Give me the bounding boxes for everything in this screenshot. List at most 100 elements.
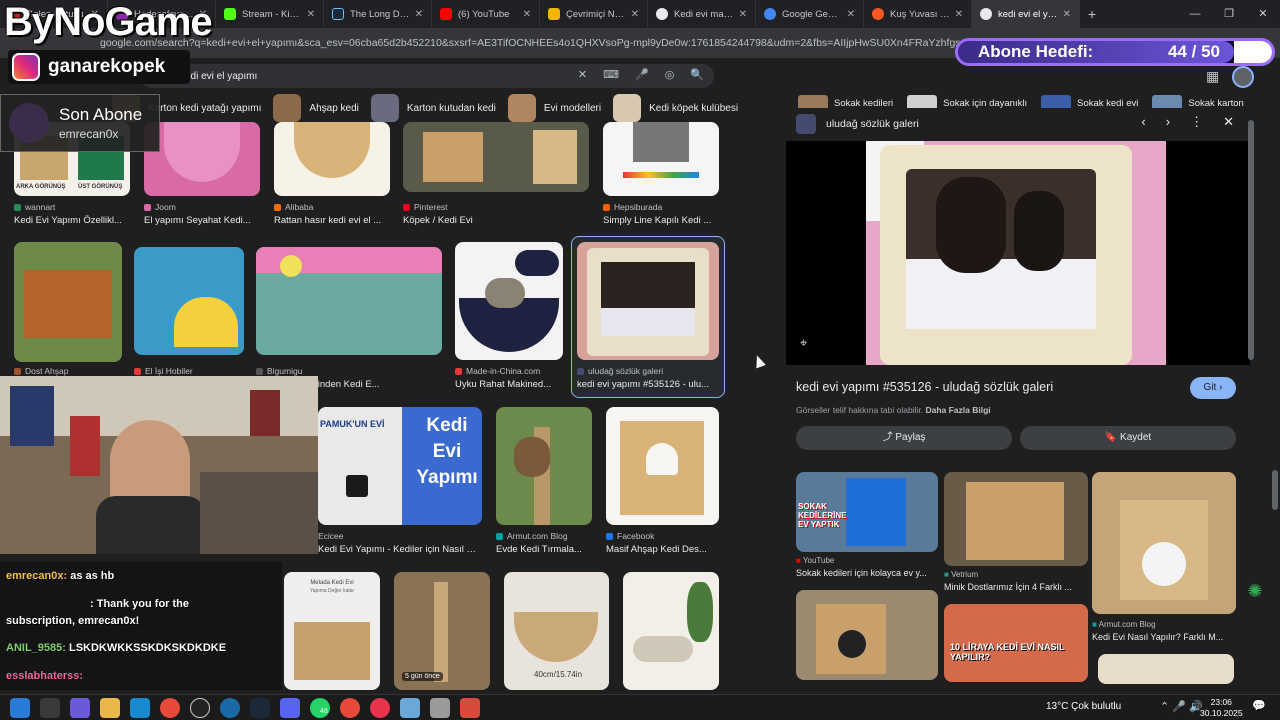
whatsapp-icon[interactable]: 48 xyxy=(310,698,330,718)
tab-steam[interactable]: The Long Dark Steam✕ xyxy=(324,0,432,28)
image-result[interactable]: 40cm/15.74in xyxy=(504,572,609,692)
close-icon[interactable]: ✕ xyxy=(415,9,423,20)
discord-icon[interactable] xyxy=(280,698,300,718)
image-result[interactable]: Armut.com Blog Evde Kedi Tırmala... xyxy=(496,407,592,557)
save-button[interactable]: 🔖 Kaydet xyxy=(1020,426,1236,450)
mic-icon[interactable]: 🎤 xyxy=(635,68,649,81)
app-icon[interactable] xyxy=(460,698,480,718)
image-result[interactable] xyxy=(623,572,719,692)
edge-icon[interactable] xyxy=(130,698,150,718)
related-image[interactable]: 10 LİRAYA KEDİ EVİ NASIL YAPILIR? xyxy=(944,604,1088,682)
clock[interactable]: 23:06 30.10.2025 xyxy=(1200,697,1243,719)
new-tab-button[interactable]: + xyxy=(1080,6,1104,22)
image-result[interactable]: Facebook Masif Ahşap Kedi Des... xyxy=(606,407,719,557)
tab-notepad[interactable]: Çevrimiçi Not Defteri✕ xyxy=(540,0,648,28)
tab-kus-yuvasi[interactable]: Kuş Yuvası Fiyatları✕ xyxy=(864,0,972,28)
close-window-button[interactable]: ✕ xyxy=(1246,0,1280,28)
copilot-icon[interactable] xyxy=(70,698,90,718)
app-icon[interactable] xyxy=(400,698,420,718)
tab-kick[interactable]: Stream - Kick Dash✕ xyxy=(216,0,324,28)
image-result[interactable]: El İşi Hobiler xyxy=(134,247,244,397)
chevron-right-icon[interactable]: › xyxy=(1166,114,1170,130)
chevron-left-icon[interactable]: ‹ xyxy=(1141,114,1145,130)
image-result[interactable]: uludağ sözlük galeri kedi evi yapımı #53… xyxy=(577,242,719,392)
notepad-icon xyxy=(548,8,560,20)
avatar[interactable] xyxy=(1232,66,1254,88)
close-icon[interactable]: ✕ xyxy=(1063,9,1071,20)
search-input[interactable]: kedi evi el yapımı ✕ ⌨ 🎤 ◎ 🔍 xyxy=(140,64,714,88)
related-image[interactable] xyxy=(796,590,938,680)
image-result[interactable]: 5 gün önce xyxy=(394,572,490,692)
related-image[interactable] xyxy=(1098,654,1234,684)
panel-scrollbar[interactable] xyxy=(1248,120,1254,360)
preview-site-name[interactable]: uludağ sözlük galeri xyxy=(826,118,919,130)
chip-item[interactable]: Evi modelleri xyxy=(507,94,601,122)
close-icon[interactable]: ✕ xyxy=(1223,114,1234,130)
image-result[interactable]: Pinterest Köpek / Kedi Evi xyxy=(403,122,589,232)
related-image[interactable]: ■ Vetrium Minik Dostlarımız İçin 4 Farkl… xyxy=(944,472,1088,592)
related-image[interactable]: SOKAK KEDİLERİNE EV YAPTIK ■ YouTube Sok… xyxy=(796,472,938,584)
chrome-icon[interactable] xyxy=(340,698,360,718)
image-result[interactable]: Joom El yapımı Seyahat Kedi... xyxy=(144,122,260,232)
explorer-icon[interactable] xyxy=(100,698,120,718)
last-subscriber-widget: Son Abone emrecan0x xyxy=(0,94,160,152)
image-result[interactable]: Dost Ahşap xyxy=(14,242,122,392)
image-result[interactable]: Made-in-China.com Uyku Rahat Makined... xyxy=(455,242,563,392)
preview-title[interactable]: kedi evi yapımı #535126 - uludağ sözlük … xyxy=(796,380,1053,394)
preview-image[interactable]: ⌖ xyxy=(786,141,1250,365)
url-field[interactable]: google.com/search?q=kedi+evi+el+yapımı&s… xyxy=(100,37,960,49)
chip-thumbnail xyxy=(370,94,399,122)
system-tray[interactable]: ⌃ 🎤 🔊 xyxy=(1160,700,1203,713)
tab-youtube[interactable]: (6) YouTube ✕ xyxy=(432,0,540,28)
close-icon[interactable]: ✕ xyxy=(955,9,963,20)
share-button[interactable]: ⤴ Paylaş xyxy=(796,426,1012,450)
apps-grid-icon[interactable]: ▦ xyxy=(1206,68,1219,85)
chip-item[interactable]: Kedi köpek kulübesi xyxy=(613,94,738,122)
gemini-icon[interactable]: ✺ xyxy=(1244,580,1266,602)
related-image[interactable]: ■ Armut.com Blog Kedi Evi Nasıl Yapılır?… xyxy=(1092,472,1236,650)
obs-icon[interactable] xyxy=(190,698,210,718)
more-options-icon[interactable]: ⋮ xyxy=(1190,114,1203,130)
more-info-link[interactable]: Daha Fazla Bilgi xyxy=(925,405,990,415)
clear-icon[interactable]: ✕ xyxy=(578,68,587,81)
close-icon[interactable]: ✕ xyxy=(847,9,855,20)
app-icon[interactable] xyxy=(370,698,390,718)
search-icon[interactable] xyxy=(40,698,60,718)
image-result[interactable]: PAMUK'UN EVİ Kedi Evi Yapımı Ecicee Kedi… xyxy=(318,407,482,557)
close-icon[interactable]: ✕ xyxy=(739,9,747,20)
avatar xyxy=(9,103,49,143)
last-subscriber-name: emrecan0x xyxy=(59,127,119,141)
image-result[interactable]: Alibaba Rattan hasır kedi evi el ... xyxy=(274,122,390,232)
close-icon[interactable]: ✕ xyxy=(523,9,531,20)
maximize-button[interactable]: ❐ xyxy=(1212,0,1246,28)
app-icon[interactable] xyxy=(220,698,240,718)
minimize-button[interactable]: — xyxy=(1178,0,1212,28)
notification-icon[interactable]: 💬 xyxy=(1252,699,1268,715)
steam-icon[interactable] xyxy=(250,698,270,718)
lens-icon[interactable]: ⌖ xyxy=(800,335,807,351)
tab-kedi-evi[interactable]: kedi evi el yapımı✕ xyxy=(972,0,1080,28)
chip-item[interactable]: Karton kutudan kedi xyxy=(370,94,496,122)
keyboard-icon[interactable]: ⌨ xyxy=(603,68,619,81)
site-icon xyxy=(144,203,151,211)
visit-button[interactable]: Git › xyxy=(1190,377,1236,399)
lens-icon[interactable]: ◎ xyxy=(665,68,675,81)
image-result[interactable]: Melada Kedi Evi Yapıma Değer katar xyxy=(284,572,380,692)
page-scrollbar[interactable] xyxy=(1272,470,1278,510)
chip-item[interactable]: Ahşap kedi xyxy=(273,94,359,122)
close-icon[interactable]: ✕ xyxy=(631,9,639,20)
image-result[interactable]: Bigumigu Gönüllülerin Elinden Kedi E... xyxy=(256,247,442,397)
tab-gemini[interactable]: Google Gemini ✕ xyxy=(756,0,864,28)
weather-widget[interactable]: 13°C Çok bulutlu xyxy=(1046,701,1121,712)
close-icon[interactable]: ✕ xyxy=(307,9,315,20)
site-icon xyxy=(256,367,263,375)
google-icon xyxy=(980,8,992,20)
gemini-icon xyxy=(764,8,776,20)
image-text: Yapıma Değer katar xyxy=(309,588,355,594)
image-result[interactable]: Hepsiburada Simply Line Kapılı Kedi ... xyxy=(603,122,719,232)
search-icon[interactable]: 🔍 xyxy=(690,68,704,81)
chrome-icon[interactable] xyxy=(160,698,180,718)
start-icon[interactable] xyxy=(10,698,30,718)
tab-kedi-malzemeleri[interactable]: Kedi evi malzemeleri✕ xyxy=(648,0,756,28)
app-icon[interactable] xyxy=(430,698,450,718)
